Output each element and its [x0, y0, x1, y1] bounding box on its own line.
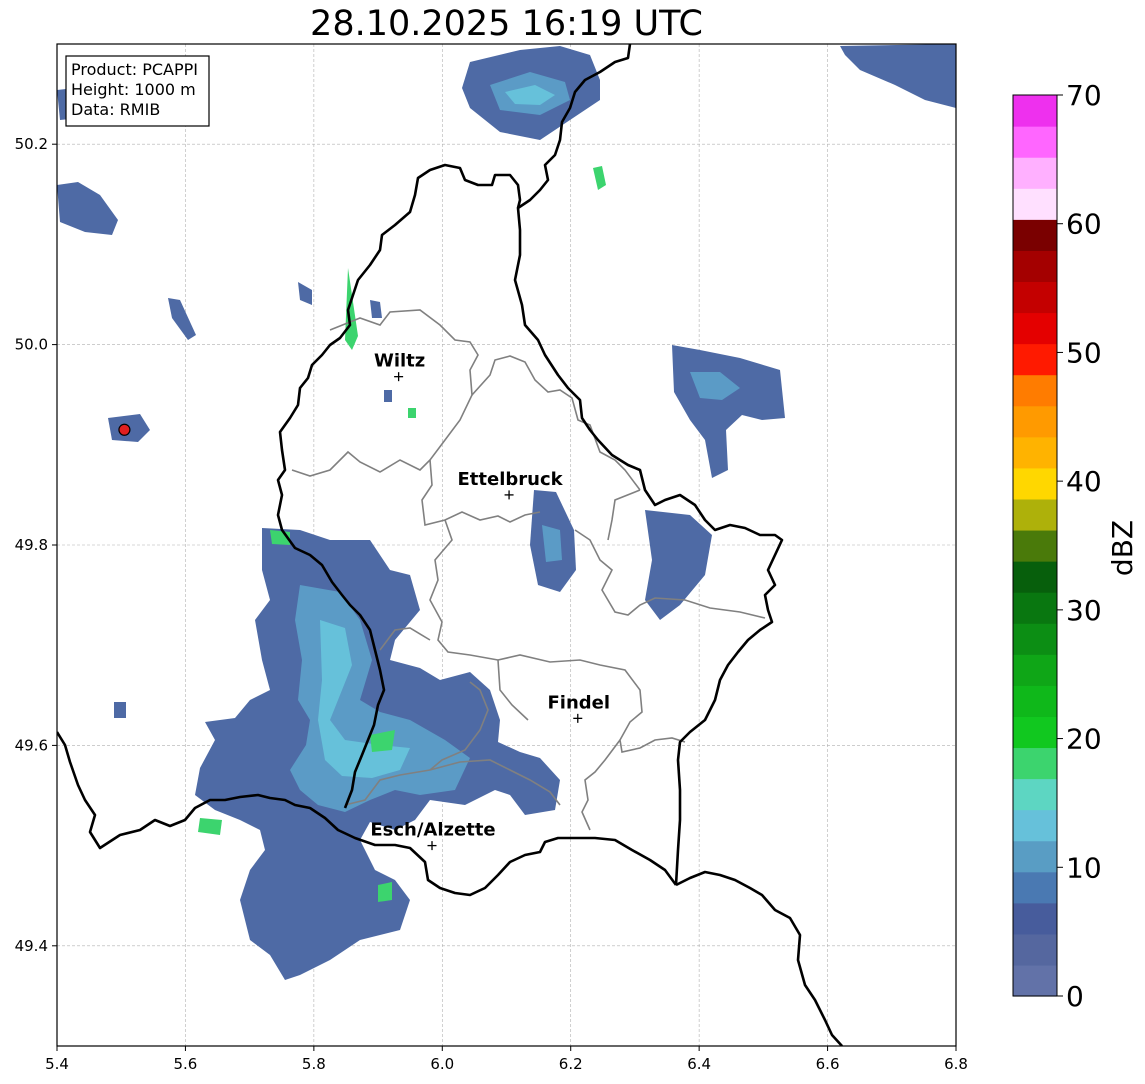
colorbar-segment [1013, 778, 1057, 811]
tick-label-x: 6.2 [559, 1055, 583, 1073]
colorbar-segment [1013, 95, 1057, 127]
colorbar-segment [1013, 933, 1057, 966]
map-area[interactable] [57, 44, 956, 1046]
colorbar-segment [1013, 623, 1057, 655]
tick-label-x: 5.4 [45, 1055, 69, 1073]
info-box: Product: PCAPPI Height: 1000 m Data: RMI… [65, 55, 210, 127]
tick-label-x: 5.8 [302, 1055, 326, 1073]
colorbar-segment [1013, 126, 1057, 158]
colorbar-segment [1013, 374, 1057, 407]
colorbar-segment [1013, 809, 1057, 842]
tick-label-x: 6.8 [944, 1055, 968, 1073]
info-height: Height: 1000 m [71, 80, 196, 99]
colorbar-segment [1013, 561, 1057, 593]
colorbar-segment [1013, 747, 1057, 780]
colorbar-label: dBZ [1106, 520, 1139, 576]
tick-label-y: 50.0 [15, 336, 48, 354]
info-data-source: Data: RMIB [71, 100, 160, 119]
colorbar-segment [1013, 250, 1057, 283]
colorbar-segment [1013, 436, 1057, 469]
tick-label-x: 6.4 [687, 1055, 711, 1073]
colorbar-tick-label: 30 [1066, 594, 1102, 627]
colorbar-segment [1013, 592, 1057, 624]
colorbar-segment [1013, 498, 1057, 531]
tick-label-y: 49.8 [15, 536, 48, 554]
colorbar-segment [1013, 157, 1057, 189]
tick-label-x: 6.0 [430, 1055, 454, 1073]
tick-label-y: 50.2 [15, 135, 48, 153]
colorbar-segment [1013, 529, 1057, 562]
colorbar-tick-label: 0 [1066, 980, 1084, 1013]
colorbar-segment [1013, 467, 1057, 500]
colorbar-segment [1013, 219, 1057, 251]
tick-label-y: 49.4 [15, 937, 48, 955]
colorbar-segment [1013, 312, 1057, 345]
colorbar-tick-label: 70 [1066, 79, 1102, 112]
city-label: Ettelbruck [458, 469, 564, 490]
colorbar-segment [1013, 716, 1057, 749]
colorbar-tick-label: 60 [1066, 208, 1102, 241]
colorbar-segment [1013, 840, 1057, 873]
colorbar-segment [1013, 685, 1057, 717]
colorbar-segment [1013, 188, 1057, 220]
colorbar-tick-label: 10 [1066, 851, 1102, 884]
tick-label-y: 49.6 [15, 736, 48, 754]
info-product: Product: PCAPPI [71, 60, 198, 79]
colorbar-segment [1013, 902, 1057, 935]
city-label: Findel [548, 692, 611, 713]
colorbar-tick-label: 40 [1066, 465, 1102, 498]
radar-map[interactable]: Wiltz Ettelbruck Findel Esch/Alzette 5.4 5.6… [0, 0, 1145, 1084]
city-label: Esch/Alzette [370, 820, 495, 841]
colorbar-segment [1013, 964, 1057, 997]
colorbar-segment [1013, 343, 1057, 376]
tick-label-x: 5.6 [173, 1055, 197, 1073]
colorbar-segment [1013, 871, 1057, 904]
colorbar: 0 10 20 30 40 50 60 70 [1012, 79, 1102, 1013]
city-label: Wiltz [374, 351, 425, 372]
radar-site-marker[interactable] [118, 423, 131, 436]
colorbar-segment [1013, 405, 1057, 438]
tick-label-x: 6.6 [816, 1055, 840, 1073]
colorbar-tick-label: 20 [1066, 723, 1102, 756]
colorbar-segment [1013, 654, 1057, 686]
colorbar-segment [1013, 281, 1057, 314]
colorbar-tick-label: 50 [1066, 336, 1102, 369]
